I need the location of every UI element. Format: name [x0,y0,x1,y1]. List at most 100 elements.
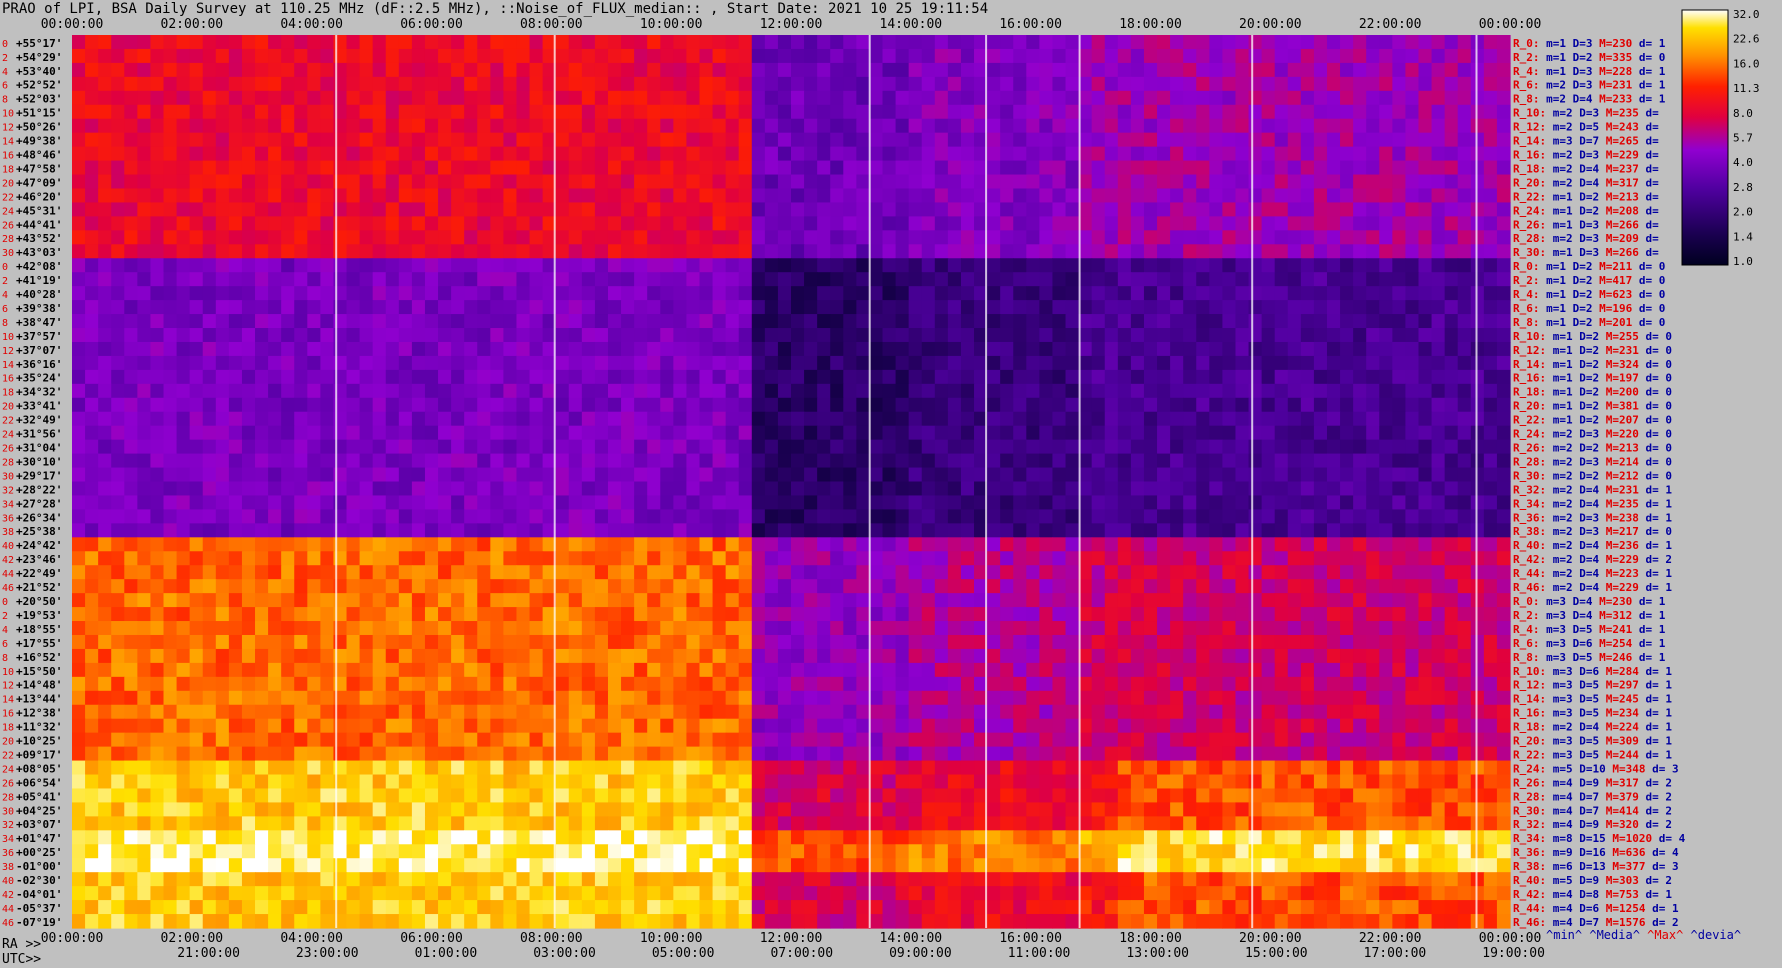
heatmap-cell [1222,579,1237,594]
heatmap-cell [921,188,936,204]
heatmap-cell [359,523,374,538]
heatmap-cell [1470,230,1485,245]
heatmap-cell [647,104,661,120]
heatmap-cell [1026,369,1040,385]
heatmap-cell [1261,565,1276,580]
heatmap-cell [594,411,609,427]
heatmap-cell [503,118,518,134]
heatmap-cell [1366,425,1380,441]
heatmap-cell [960,286,975,301]
heatmap-cell [72,202,86,217]
heatmap-cell [464,551,478,566]
heatmap-cell [1039,341,1054,357]
heatmap-cell [1183,453,1197,469]
heatmap-cell [673,495,688,510]
heatmap-cell [738,216,753,231]
heatmap-cell [1431,244,1446,259]
heatmap-cell [869,621,884,636]
heatmap-cell [1117,104,1132,120]
heatmap-cell [255,286,269,301]
heatmap-cell [634,258,648,273]
heatmap-cell [124,35,138,50]
heatmap-cell [1209,453,1223,469]
heatmap-cell [1170,397,1184,413]
heatmap-cell [385,328,400,343]
heatmap-cell [163,230,178,245]
heatmap-cell [150,258,165,273]
heatmap-cell [1065,174,1080,190]
heatmap-cell [1457,272,1472,287]
heatmap-cell [202,579,217,594]
heatmap-cell [464,495,478,510]
heatmap-cell [882,118,897,134]
heatmap-cell [947,551,962,566]
heatmap-cell [411,328,426,343]
heatmap-cell [529,355,544,371]
heatmap-cell [673,551,688,566]
heatmap-cell [1379,355,1393,371]
heatmap-cell [594,621,609,636]
heatmap-cell [1026,272,1040,287]
heatmap-cell [660,537,674,552]
heatmap-cell [1261,607,1276,622]
heatmap-cell [555,355,570,371]
heatmap-cell [1405,411,1420,427]
heatmap-cell [215,662,230,678]
heatmap-cell [150,425,165,441]
heatmap-cell [1000,300,1014,315]
heatmap-cell [1104,551,1119,566]
heatmap-cell [385,300,400,315]
heatmap-cell [686,607,701,622]
heatmap-cell [503,216,518,231]
heatmap-cell [1039,230,1054,245]
heatmap-cell [869,118,884,134]
heatmap-cell [568,383,583,399]
heatmap-cell [202,565,217,580]
heatmap-cell [686,621,701,636]
heatmap-cell [411,314,426,329]
heatmap-cell [111,328,125,343]
heatmap-cell [1496,244,1511,259]
heatmap-cell [751,132,766,148]
heatmap-cell [398,439,413,455]
heatmap-cell [869,411,884,427]
heatmap-cell [882,593,897,608]
heatmap-cell [660,509,674,524]
heatmap-cell [908,383,923,399]
heatmap-cell [594,579,609,594]
heatmap-cell [72,90,86,106]
heatmap-cell [1091,425,1106,441]
heatmap-cell [1483,104,1498,120]
heatmap-cell [817,160,831,176]
heatmap-cell [72,174,86,190]
heatmap-cell [1065,244,1080,259]
heatmap-cell [241,146,256,162]
heatmap-cell [424,258,439,273]
heatmap-cell [359,495,374,510]
heatmap-cell [1353,453,1367,469]
heatmap-cell [372,188,387,204]
heatmap-cell [111,453,125,469]
heatmap-cell [137,523,152,538]
heatmap-cell [424,230,439,245]
heatmap-cell [1143,328,1158,343]
heatmap-cell [751,244,766,259]
heatmap-cell [1496,481,1511,497]
heatmap-cell [98,118,112,134]
heatmap-cell [1183,425,1197,441]
heatmap-cell [98,593,112,608]
heatmap-cell [869,383,884,399]
heatmap-cell [124,244,138,259]
heatmap-cell [908,537,923,552]
heatmap-cell [751,411,766,427]
heatmap-cell [725,509,740,524]
heatmap-cell [438,565,452,580]
heatmap-cell [699,118,714,134]
heatmap-cell [712,565,727,580]
heatmap-cell [137,216,152,231]
heatmap-cell [176,328,191,343]
heatmap-cell [934,537,949,552]
heatmap-cell [673,132,688,148]
heatmap-cell [294,132,308,148]
heatmap-cell [1353,467,1367,483]
